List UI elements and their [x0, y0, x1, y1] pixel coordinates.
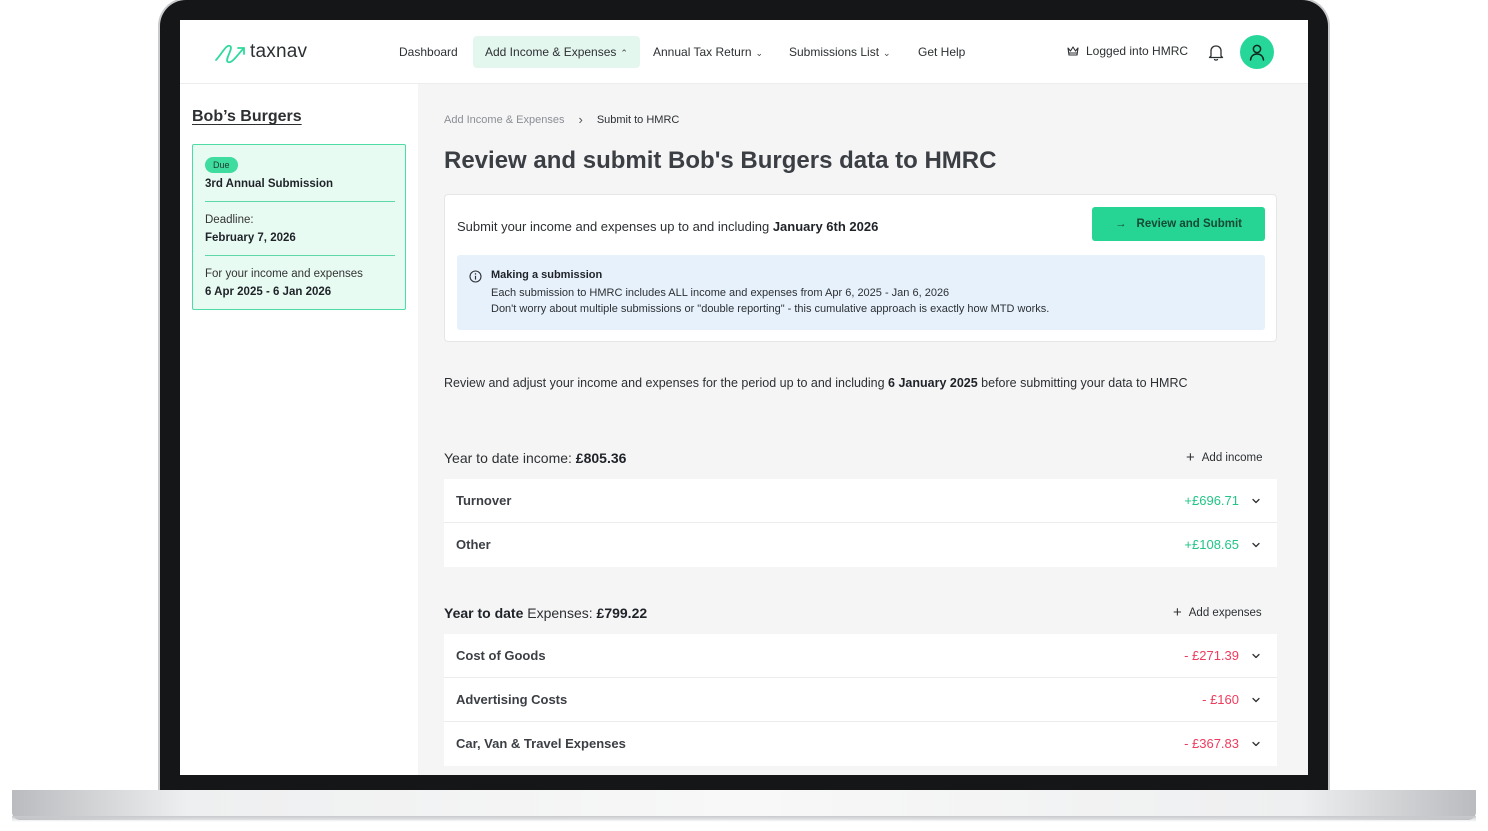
hmrc-status[interactable]: Logged into HMRC — [1066, 44, 1188, 58]
submit-instructions: Submit your income and expenses up to an… — [457, 219, 878, 234]
add-income-button[interactable]: + Add income — [1186, 450, 1263, 465]
expenses-heading: Year to date Expenses: £799.22 — [444, 605, 647, 621]
row-amount: +£108.65 — [1184, 537, 1239, 552]
income-heading-label: Year to date income: — [444, 450, 576, 466]
submission-due-card[interactable]: Due 3rd Annual Submission Deadline: Febr… — [192, 144, 406, 310]
chevron-down-icon[interactable] — [1251, 496, 1261, 506]
period-label: For your income and expenses — [205, 268, 363, 280]
submit-date: January 6th 2026 — [772, 219, 879, 234]
income-row-turnover[interactable]: Turnover +£696.71 — [444, 479, 1277, 523]
submission-title: 3rd Annual Submission — [205, 178, 334, 190]
due-badge: Due — [205, 157, 238, 173]
chevron-right-icon: › — [578, 112, 583, 127]
expenses-heading-label: Year to date — [444, 605, 528, 621]
chevron-up-icon: ⌃ — [620, 48, 628, 58]
nav-dashboard[interactable]: Dashboard — [399, 36, 458, 68]
expense-row-cost-of-goods[interactable]: Cost of Goods - £271.39 — [444, 634, 1277, 678]
bell-icon[interactable] — [1206, 42, 1226, 62]
add-expenses-label: Add expenses — [1188, 606, 1262, 619]
breadcrumb-add-income-expenses[interactable]: Add Income & Expenses — [444, 114, 564, 126]
income-list: Turnover +£696.71 Other +£108.65 — [444, 479, 1277, 567]
info-line-2: Don't worry about multiple submissions o… — [491, 303, 1050, 315]
plus-icon: + — [1173, 604, 1182, 621]
nav-get-help[interactable]: Get Help — [918, 36, 965, 68]
info-line-1: Each submission to HMRC includes ALL inc… — [491, 287, 950, 299]
nav-get-help-label: Get Help — [918, 45, 966, 59]
plus-icon: + — [1186, 449, 1195, 466]
submit-card: Submit your income and expenses up to an… — [444, 194, 1277, 342]
app-screen: taxnav Dashboard Add Income & Expenses ⌃ … — [180, 20, 1308, 775]
income-row-other[interactable]: Other +£108.65 — [444, 523, 1277, 567]
card-divider — [205, 255, 395, 256]
sidebar: Bob’s Burgers Due 3rd Annual Submission … — [180, 84, 418, 775]
row-label: Turnover — [456, 493, 512, 508]
nav-add-income-expenses-label: Add Income & Expenses — [485, 45, 617, 59]
business-name[interactable]: Bob’s Burgers — [192, 108, 302, 126]
breadcrumb-submit-to-hmrc: Submit to HMRC — [596, 113, 680, 126]
row-label: Car, Van & Travel Expenses — [456, 736, 626, 751]
crown-icon — [1067, 46, 1079, 56]
row-amount: - £160 — [1202, 692, 1239, 707]
expense-row-advertising-costs[interactable]: Advertising Costs - £160 — [444, 678, 1277, 722]
breadcrumb: Add Income & Expenses › Submit to HMRC — [444, 112, 679, 127]
review-instructions: Review and adjust your income and expens… — [444, 376, 1188, 390]
nav-submissions-list-label: Submissions List — [789, 45, 880, 59]
period-value: 6 Apr 2025 - 6 Jan 2026 — [205, 286, 332, 298]
row-amount: +£696.71 — [1184, 493, 1239, 508]
logo-text: taxnav — [250, 41, 308, 62]
nav-add-income-expenses[interactable]: Add Income & Expenses ⌃ — [473, 36, 640, 68]
row-label: Cost of Goods — [456, 648, 546, 663]
main-content: Add Income & Expenses › Submit to HMRC R… — [418, 84, 1308, 775]
expenses-heading-label-2: Expenses: — [527, 605, 593, 621]
expenses-list: Cost of Goods - £271.39 Advertising Cost… — [444, 634, 1277, 766]
chevron-down-icon[interactable] — [1251, 739, 1261, 749]
row-amount: - £367.83 — [1184, 736, 1239, 751]
review-and-submit-label: Review and Submit — [1136, 218, 1242, 230]
add-income-label: Add income — [1201, 451, 1263, 464]
submit-instructions-text: Submit your income and expenses up to an… — [457, 219, 773, 234]
chevron-down-icon: ⌄ — [755, 48, 764, 58]
add-expenses-button[interactable]: + Add expenses — [1173, 605, 1262, 620]
chevron-down-icon: ⌄ — [883, 48, 891, 58]
expenses-total: £799.22 — [592, 605, 648, 621]
arrow-right-icon: → — [1115, 218, 1127, 230]
deadline-label: Deadline: — [205, 214, 254, 226]
deadline-value: February 7, 2026 — [205, 232, 296, 244]
chevron-down-icon[interactable] — [1251, 695, 1261, 705]
review-prefix: Review and adjust your income and expens… — [444, 376, 889, 390]
info-callout: Making a submission Each submission to H… — [457, 255, 1265, 330]
chevron-down-icon[interactable] — [1251, 540, 1261, 550]
row-label: Other — [456, 537, 491, 552]
user-avatar[interactable] — [1240, 35, 1274, 69]
review-suffix: before submitting your data to HMRC — [977, 376, 1188, 390]
nav-dashboard-label: Dashboard — [399, 45, 458, 59]
top-navigation: taxnav Dashboard Add Income & Expenses ⌃ … — [180, 20, 1308, 84]
user-icon — [1249, 44, 1265, 61]
income-heading: Year to date income: £805.36 — [444, 450, 626, 466]
review-date: 6 January 2025 — [888, 376, 978, 390]
chevron-down-icon[interactable] — [1251, 651, 1261, 661]
taxnav-logo-icon — [215, 44, 245, 64]
review-and-submit-button[interactable]: → Review and Submit — [1092, 207, 1265, 241]
row-amount: - £271.39 — [1184, 648, 1239, 663]
expense-row-car-van-travel[interactable]: Car, Van & Travel Expenses - £367.83 — [444, 722, 1277, 766]
info-title: Making a submission — [491, 269, 603, 281]
nav-annual-tax-return-label: Annual Tax Return — [653, 45, 752, 59]
laptop-base-shadow — [12, 816, 1476, 822]
hmrc-status-label: Logged into HMRC — [1086, 44, 1189, 58]
info-icon — [469, 270, 482, 283]
income-total: £805.36 — [575, 450, 627, 466]
nav-annual-tax-return[interactable]: Annual Tax Return ⌄ — [653, 36, 763, 68]
row-label: Advertising Costs — [456, 692, 568, 707]
card-divider — [205, 201, 395, 202]
taxnav-logo[interactable]: taxnav — [212, 38, 307, 66]
nav-submissions-list[interactable]: Submissions List ⌄ — [789, 36, 891, 68]
page-title: Review and submit Bob's Burgers data to … — [444, 147, 997, 174]
